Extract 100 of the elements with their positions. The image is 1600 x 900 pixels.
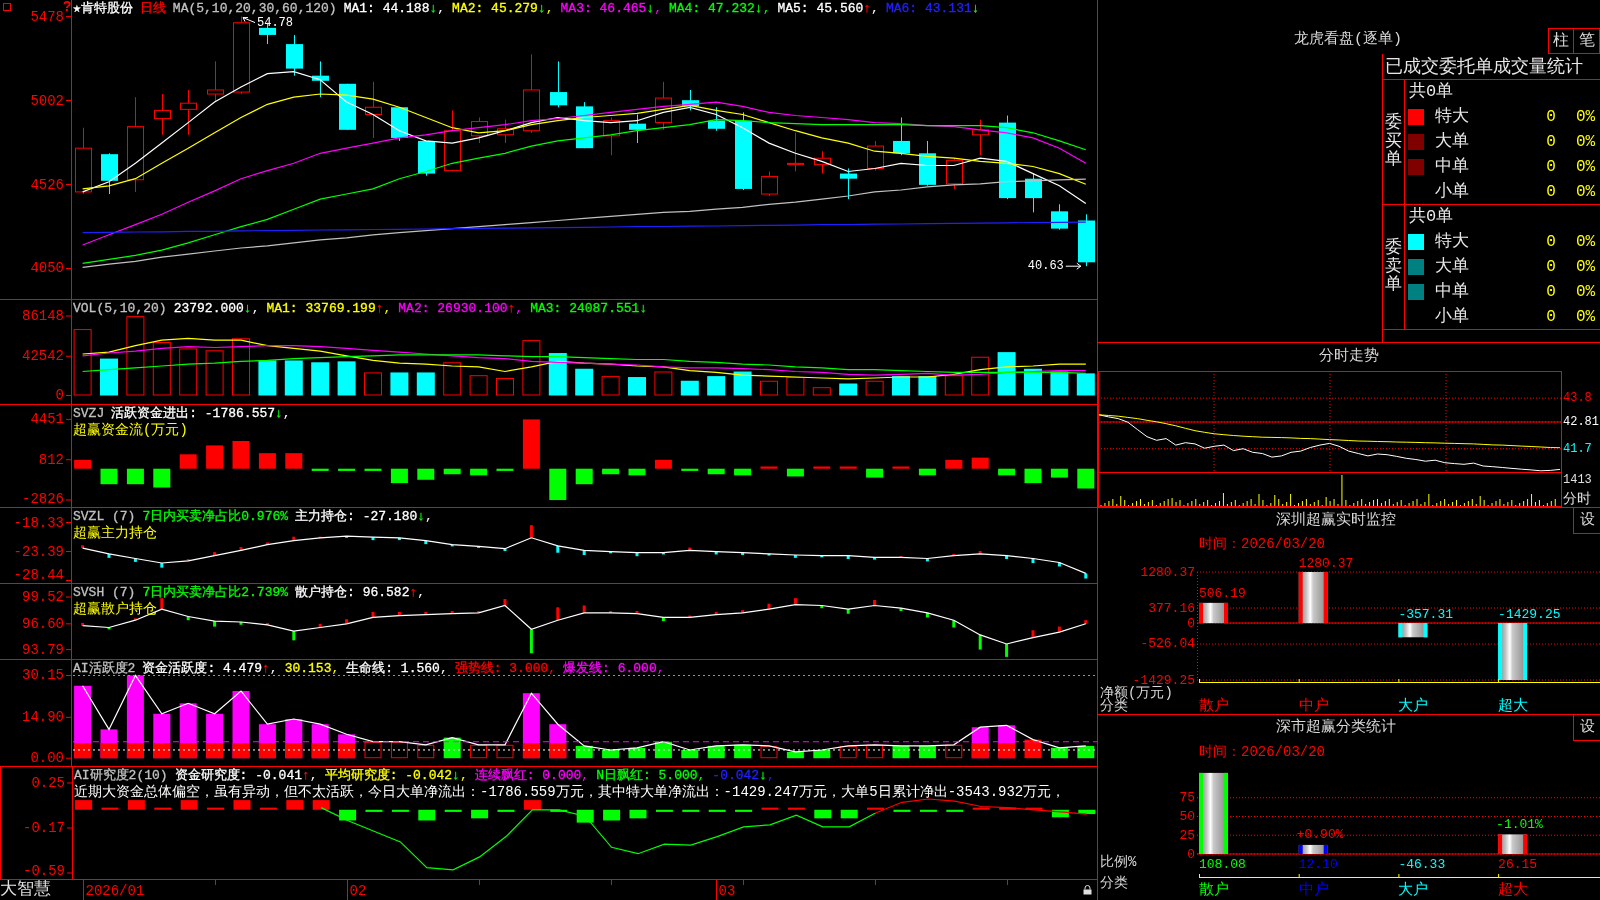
separator: , bbox=[331, 661, 340, 677]
indicator-label: 主力持仓: -27.180 bbox=[295, 509, 418, 525]
trend-arrow: ↑ bbox=[409, 585, 418, 601]
indicator-label: 散户持仓: 96.582 bbox=[295, 585, 410, 601]
order-percent: 0% bbox=[1576, 108, 1596, 127]
axis-tick-label: 4526 bbox=[30, 176, 64, 193]
axis-tick-label: 4050 bbox=[30, 260, 64, 277]
axis-tick-label: 14.90 bbox=[22, 709, 64, 726]
indicator-label: N日飘红: 5.000 bbox=[596, 768, 698, 784]
axis-tick-label: 0 bbox=[55, 387, 64, 404]
trend-arrow: ↓ bbox=[275, 406, 283, 422]
indicator-label: 爆发线: 6.000 bbox=[563, 661, 657, 677]
trend-arrow: ↑ bbox=[863, 1, 872, 17]
separator: , bbox=[654, 1, 662, 17]
order-size-label: 特大 bbox=[1435, 107, 1469, 127]
panel-title: 深市超赢分类统计 bbox=[1275, 719, 1396, 737]
price-annotation: 54.78 bbox=[257, 15, 293, 30]
indicator-label: SVSH (7) bbox=[73, 585, 136, 601]
separator: , bbox=[417, 585, 426, 601]
axis-tick-label: 1280.37 bbox=[1140, 564, 1195, 580]
order-percent: 0% bbox=[1576, 258, 1596, 276]
axis-tick-label: 99.52 bbox=[22, 589, 64, 606]
separator: , bbox=[459, 768, 468, 784]
indicator-label: 30.153 bbox=[284, 661, 332, 677]
order-count: 0 bbox=[1546, 281, 1556, 302]
axis-tick-label: 41.7 bbox=[1563, 441, 1592, 456]
axis-tick-label: -28.44 bbox=[13, 567, 64, 583]
indicator-subtitle: 超赢主力持仓 bbox=[73, 525, 157, 541]
order-percent: 0% bbox=[1576, 182, 1596, 201]
indicator-label: MA4: 47.232 bbox=[669, 1, 755, 17]
analysis-note: 近期大资金总体偏空，虽有异动，但不太活跃，今日大单净流出：-1786.559万元，其中特大单净流出：-1429.247万元，大单5日累计净出-3543.932万元， bbox=[74, 784, 1066, 801]
trend-arrow: ↓ bbox=[759, 768, 767, 784]
order-count: 0 bbox=[1546, 257, 1556, 277]
axis-tick-label: 25 bbox=[1179, 827, 1195, 843]
order-count: 0 bbox=[1546, 107, 1556, 128]
axis-tick-label: 42.81 bbox=[1563, 415, 1599, 429]
date-axis-label: 2026/01 bbox=[85, 883, 145, 899]
order-size-label: 小单 bbox=[1435, 181, 1469, 201]
trend-arrow: ↓ bbox=[754, 1, 763, 17]
order-size-label: 小单 bbox=[1435, 306, 1469, 326]
indicator-label: MA3: 24087.551 bbox=[530, 301, 640, 317]
axis-tick-label: 43.8 bbox=[1563, 391, 1592, 406]
trend-arrow: ↑ bbox=[262, 661, 270, 677]
axis-tick-label: -23.39 bbox=[13, 543, 64, 560]
indicator-label: MA1: 33769.199 bbox=[266, 301, 376, 317]
indicator-label: 7日内买卖净占比0.976% bbox=[142, 509, 289, 525]
panel-title: 龙虎看盘(逐单) bbox=[1294, 31, 1402, 49]
order-size-label: 中单 bbox=[1435, 156, 1469, 176]
value-label: -46.33 bbox=[1398, 856, 1446, 872]
category-label: 超大 bbox=[1498, 881, 1529, 899]
axis-title: 分类 bbox=[1100, 698, 1128, 714]
side-label: 委卖单 bbox=[1385, 238, 1402, 296]
indicator-label: SVZL (7) bbox=[73, 509, 136, 525]
separator: , bbox=[309, 768, 318, 784]
indicator-label: MA2: 45.279 bbox=[452, 1, 538, 17]
order-percent: 0% bbox=[1576, 307, 1596, 326]
separator: , bbox=[697, 768, 706, 784]
separator: , bbox=[439, 661, 448, 677]
axis-tick-label: -526.04 bbox=[1140, 636, 1195, 652]
axis-tick-label: 5002 bbox=[30, 92, 64, 109]
indicator-label: 资金研究度: -0.041 bbox=[174, 768, 303, 784]
axis-tick-label: 5478 bbox=[30, 8, 64, 25]
axis-tick-label: 42542 bbox=[22, 348, 64, 365]
separator: , bbox=[515, 301, 524, 317]
axis-tick-label: 812 bbox=[38, 451, 64, 468]
trend-arrow: ↓ bbox=[971, 1, 980, 17]
data-label: -1429.25 bbox=[1498, 606, 1561, 622]
indicator-label: ★肯特股份 bbox=[73, 1, 133, 17]
category-label: 散户 bbox=[1199, 697, 1229, 714]
trend-arrow: ↓ bbox=[429, 1, 438, 17]
axis-tick-label: 0 bbox=[1187, 846, 1195, 862]
data-label: 1280.37 bbox=[1298, 555, 1354, 571]
axis-tick-label: -0.17 bbox=[23, 820, 65, 836]
brand-label: 大智慧 bbox=[0, 880, 51, 900]
separator: , bbox=[437, 1, 446, 17]
separator: , bbox=[871, 1, 879, 17]
percent-label: +0.90% bbox=[1296, 827, 1344, 843]
indicator-label: 资金活跃度: 4.479 bbox=[142, 661, 262, 677]
separator: , bbox=[383, 301, 392, 317]
order-size-label: 大单 bbox=[1435, 132, 1469, 151]
indicator-label: MA3: 46.465 bbox=[560, 1, 647, 17]
indicator-label: VOL(5,10,20) bbox=[73, 301, 167, 317]
indicator-label: 23792.000 bbox=[173, 301, 244, 317]
separator: , bbox=[548, 661, 557, 677]
separator: , bbox=[282, 406, 291, 422]
order-count: 0 bbox=[1546, 232, 1556, 253]
trend-arrow: ↑ bbox=[507, 301, 516, 317]
indicator-label: 平均研究度: -0.042 bbox=[324, 768, 453, 784]
trend-arrow: ↓ bbox=[417, 509, 426, 525]
percent-label: -1.01% bbox=[1496, 816, 1543, 832]
indicator-subtitle: 超赢资金流(万元) bbox=[73, 422, 188, 438]
date-axis-label: 02 bbox=[349, 883, 367, 899]
axis-tick-label: 377.16 bbox=[1148, 600, 1195, 616]
category-label: 大户 bbox=[1398, 697, 1429, 714]
axis-tick-label: -2826 bbox=[22, 491, 64, 507]
indicator-label: MA(5,10,20,30,60,120) bbox=[172, 1, 337, 17]
category-label: 超大 bbox=[1498, 697, 1529, 714]
order-size-label: 特大 bbox=[1435, 232, 1469, 252]
indicator-label: -0.042 bbox=[712, 768, 760, 784]
trend-arrow: ↓ bbox=[646, 1, 655, 17]
